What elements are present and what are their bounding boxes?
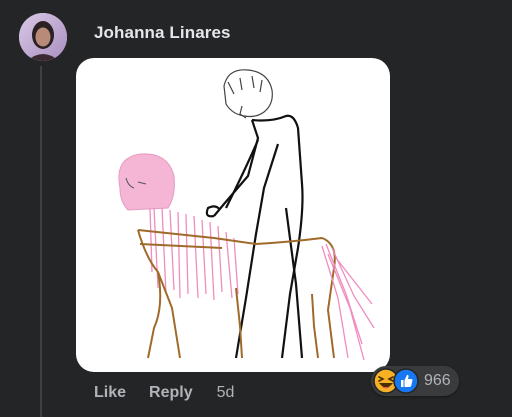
like-button[interactable]: Like — [94, 384, 126, 402]
avatar-photo — [19, 13, 67, 61]
like-icon — [393, 368, 419, 394]
comment-author-name[interactable]: Johanna Linares — [94, 23, 231, 43]
thread-connector-line — [40, 66, 42, 417]
reply-button[interactable]: Reply — [149, 384, 193, 402]
avatar[interactable] — [19, 13, 67, 61]
comment-image-attachment[interactable] — [76, 58, 390, 372]
comment-timestamp[interactable]: 5d — [217, 384, 235, 402]
reaction-count: 966 — [424, 372, 451, 389]
reaction-summary[interactable]: 966 — [371, 366, 459, 396]
reaction-icons — [373, 368, 419, 394]
comment-actions: Like Reply 5d — [94, 384, 234, 402]
drawing-image — [118, 69, 375, 361]
